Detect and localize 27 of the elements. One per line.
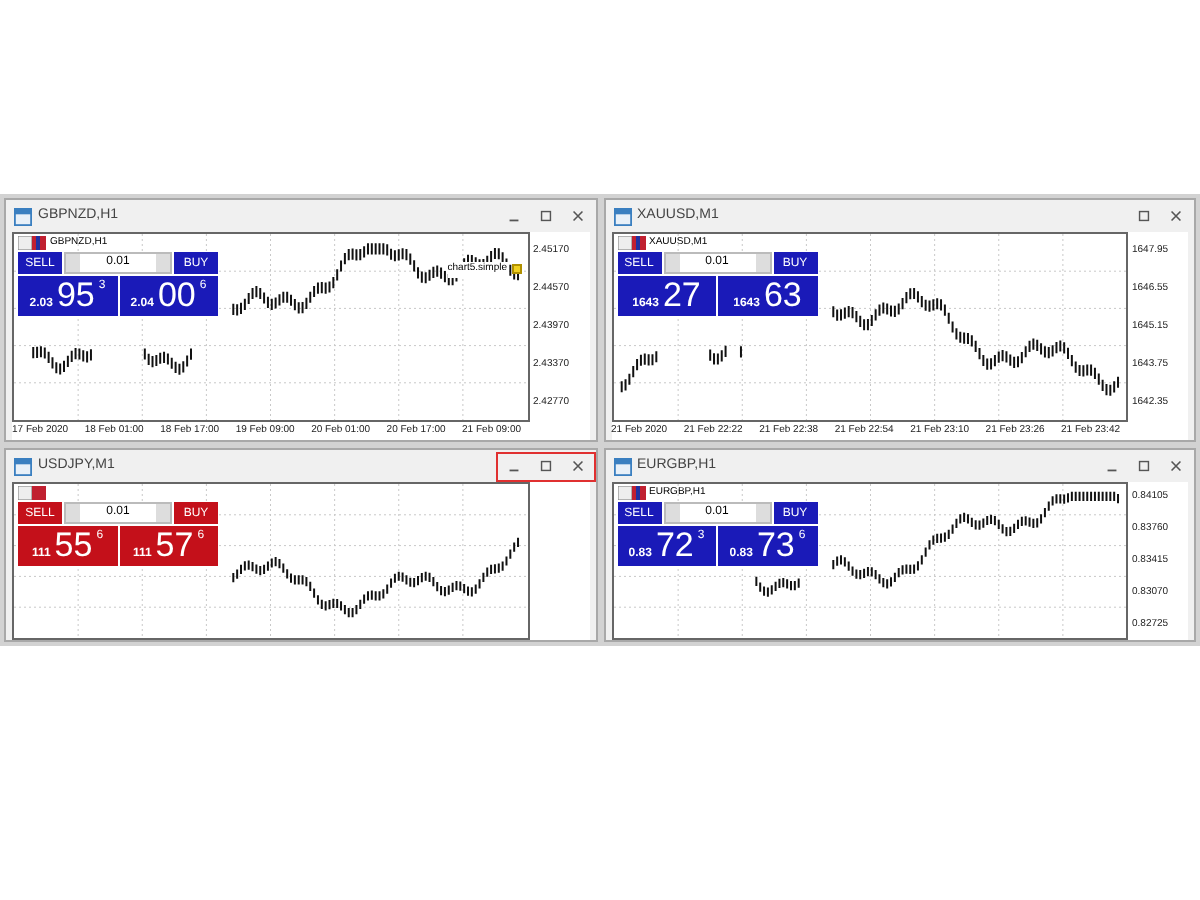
price-pips: 57 <box>155 528 194 562</box>
maximize-icon <box>537 458 553 474</box>
chart-window-icon <box>14 457 32 475</box>
chart-window-icon <box>14 207 32 225</box>
chart-window-icon <box>613 457 631 475</box>
close-icon <box>569 458 585 474</box>
close-icon <box>1168 458 1184 474</box>
maximize-icon <box>1136 458 1152 474</box>
price-pips: 55 <box>54 528 93 562</box>
price-pips: 63 <box>763 278 802 312</box>
flag-icon <box>18 236 46 251</box>
candlestick-series <box>754 575 799 598</box>
chart-window-icon <box>613 207 631 225</box>
maximize-icon <box>1136 208 1152 224</box>
price-pips: 72 <box>655 528 694 562</box>
price-pips: 95 <box>56 278 95 312</box>
close-icon <box>1168 208 1184 224</box>
note-icon <box>511 264 521 275</box>
price-pips: 27 <box>662 278 701 312</box>
price-pips: 00 <box>157 278 196 312</box>
maximize-icon <box>537 208 553 224</box>
price-pips: 73 <box>756 528 795 562</box>
flag-icon <box>18 486 46 500</box>
flag-icon <box>617 486 645 501</box>
close-icon <box>569 208 585 224</box>
candlestick-series <box>619 344 741 394</box>
flag-icon <box>617 236 645 251</box>
